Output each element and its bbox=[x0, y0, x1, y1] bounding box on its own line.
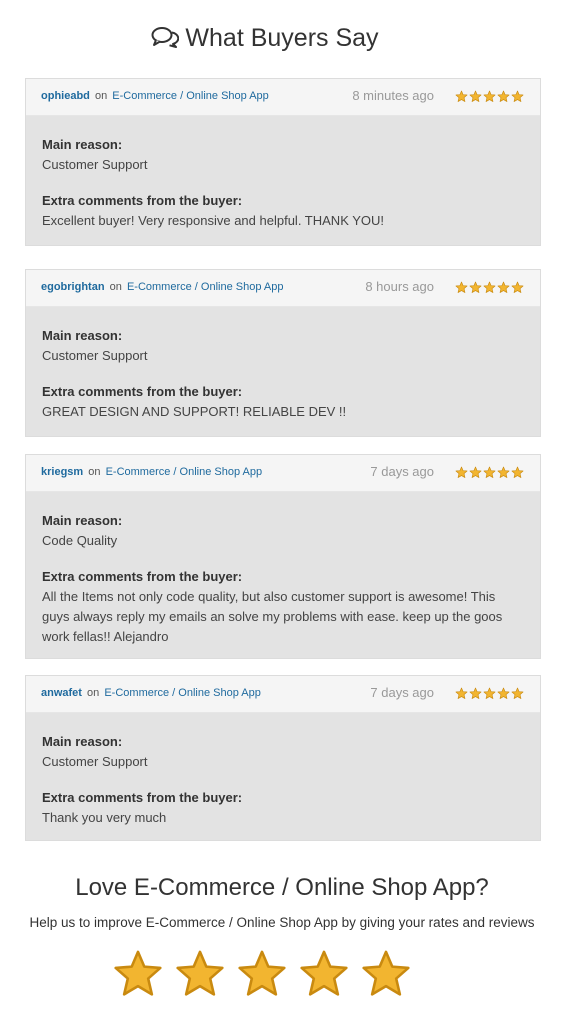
item-link[interactable]: E-Commerce / Online Shop App bbox=[112, 90, 269, 102]
star-icon bbox=[469, 687, 482, 699]
star-rating bbox=[455, 90, 524, 103]
review-body: Main reason: Customer Support Extra comm… bbox=[26, 307, 540, 438]
main-reason-value: Customer Support bbox=[42, 157, 148, 172]
rate-star-icon[interactable] bbox=[236, 948, 288, 1000]
star-icon bbox=[497, 281, 510, 293]
footer-title: Love E-Commerce / Online Shop App? bbox=[75, 874, 489, 901]
item-link[interactable]: E-Commerce / Online Shop App bbox=[127, 281, 284, 293]
review-card: egobrightan on E-Commerce / Online Shop … bbox=[25, 269, 541, 437]
star-icon bbox=[469, 466, 482, 478]
on-text: on bbox=[94, 90, 108, 102]
buyer-name-link[interactable]: anwafet bbox=[41, 687, 82, 699]
star-icon bbox=[497, 90, 510, 102]
chat-bubbles-icon bbox=[151, 26, 180, 55]
star-icon bbox=[497, 466, 510, 478]
buyer-name-link[interactable]: egobrightan bbox=[41, 281, 105, 293]
star-icon bbox=[455, 281, 468, 293]
item-link[interactable]: E-Commerce / Online Shop App bbox=[106, 466, 263, 478]
on-text: on bbox=[87, 687, 100, 699]
review-body: Main reason: Customer Support Extra comm… bbox=[26, 713, 540, 844]
main-reason-value: Customer Support bbox=[42, 348, 148, 363]
comments-label: Extra comments from the buyer: bbox=[42, 569, 243, 584]
star-rating bbox=[455, 466, 524, 479]
rate-star-icon[interactable] bbox=[360, 948, 412, 1000]
star-icon bbox=[483, 281, 496, 293]
review-card: kriegsm on E-Commerce / Online Shop App … bbox=[25, 454, 541, 659]
comments-text: All the Items not only code quality, but… bbox=[42, 589, 503, 644]
star-icon bbox=[483, 466, 496, 478]
review-header: ophieabd on E-Commerce / Online Shop App… bbox=[26, 79, 540, 116]
buyer-name-link[interactable]: ophieabd bbox=[41, 90, 90, 102]
review-header: kriegsm on E-Commerce / Online Shop App … bbox=[26, 455, 540, 492]
star-icon bbox=[497, 687, 510, 699]
star-icon bbox=[511, 466, 524, 478]
on-text: on bbox=[88, 466, 101, 478]
star-icon bbox=[511, 281, 524, 293]
on-text: on bbox=[109, 281, 122, 293]
main-reason-label: Main reason: bbox=[42, 137, 123, 152]
review-time: 8 minutes ago bbox=[352, 88, 434, 103]
review-card: anwafet on E-Commerce / Online Shop App … bbox=[25, 675, 541, 841]
star-icon bbox=[455, 466, 468, 478]
comments-text: Thank you very much bbox=[42, 810, 167, 825]
star-icon bbox=[455, 687, 468, 699]
star-rating bbox=[455, 281, 524, 294]
review-body: Main reason: Code Quality Extra comments… bbox=[26, 492, 540, 663]
rate-stars[interactable] bbox=[112, 948, 412, 1000]
comments-label: Extra comments from the buyer: bbox=[42, 384, 243, 399]
star-icon bbox=[483, 687, 496, 699]
star-rating bbox=[455, 687, 524, 700]
comments-label: Extra comments from the buyer: bbox=[42, 790, 243, 805]
star-icon bbox=[511, 90, 524, 102]
comments-text: GREAT DESIGN AND SUPPORT! RELIABLE DEV !… bbox=[42, 404, 347, 419]
review-body: Main reason: Customer Support Extra comm… bbox=[26, 116, 540, 247]
rate-star-icon[interactable] bbox=[112, 948, 164, 1000]
review-card: ophieabd on E-Commerce / Online Shop App… bbox=[25, 78, 541, 246]
comments-label: Extra comments from the buyer: bbox=[42, 193, 243, 208]
review-header: egobrightan on E-Commerce / Online Shop … bbox=[26, 270, 540, 307]
rate-star-icon[interactable] bbox=[298, 948, 350, 1000]
footer-subtitle: Help us to improve E-Commerce / Online S… bbox=[29, 915, 535, 930]
star-icon bbox=[511, 687, 524, 699]
main-reason-label: Main reason: bbox=[42, 513, 123, 528]
review-time: 7 days ago bbox=[370, 464, 434, 479]
star-icon bbox=[455, 90, 468, 102]
main-reason-label: Main reason: bbox=[42, 328, 123, 343]
star-icon bbox=[483, 90, 496, 102]
rate-star-icon[interactable] bbox=[174, 948, 226, 1000]
buyer-name-link[interactable]: kriegsm bbox=[41, 466, 83, 478]
page-title: What Buyers Say bbox=[185, 24, 379, 52]
comments-text: Excellent buyer! Very responsive and hel… bbox=[42, 213, 385, 228]
item-link[interactable]: E-Commerce / Online Shop App bbox=[104, 687, 261, 699]
review-time: 7 days ago bbox=[370, 685, 434, 700]
star-icon bbox=[469, 90, 482, 102]
star-icon bbox=[469, 281, 482, 293]
review-time: 8 hours ago bbox=[365, 279, 434, 294]
main-reason-value: Code Quality bbox=[42, 533, 118, 548]
main-reason-value: Customer Support bbox=[42, 754, 148, 769]
review-header: anwafet on E-Commerce / Online Shop App … bbox=[26, 676, 540, 713]
main-reason-label: Main reason: bbox=[42, 734, 123, 749]
page-title-bar: What Buyers Say bbox=[0, 24, 530, 55]
